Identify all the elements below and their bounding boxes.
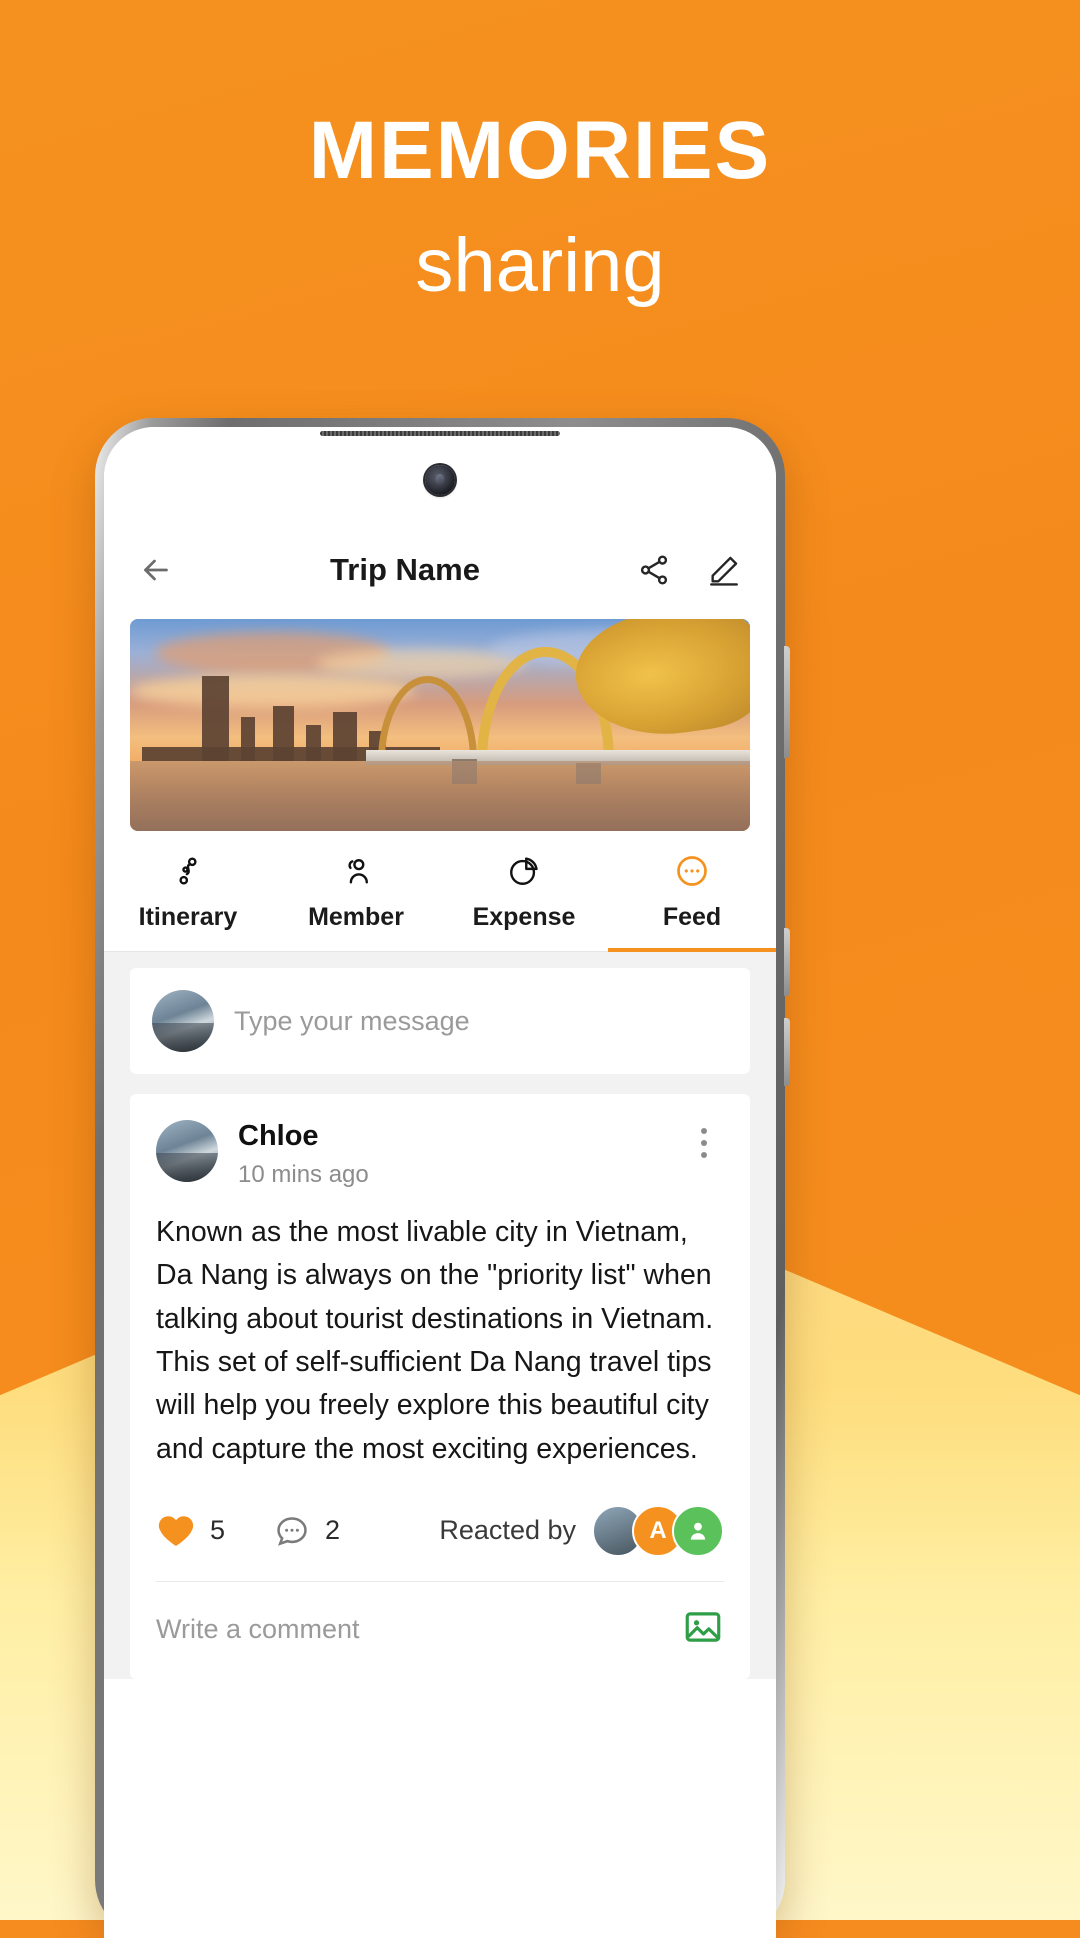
page-title: Trip Name [330, 552, 480, 587]
front-camera [425, 465, 455, 495]
phone-mockup: Trip Name Itinerary Member Expense Feed … [95, 418, 790, 1938]
promo-headline: MEMORIES sharing [0, 110, 1080, 313]
post-timestamp: 10 mins ago [238, 1161, 369, 1188]
extra-button[interactable] [784, 1018, 790, 1086]
phone-frame: Trip Name Itinerary Member Expense Feed … [95, 418, 790, 1938]
post-actions: 5 2 Reacted by A [156, 1479, 724, 1582]
heart-icon [158, 1516, 194, 1546]
volume-button[interactable] [784, 646, 790, 758]
reacted-by: Reacted by A [439, 1504, 724, 1557]
reacted-by-label: Reacted by [439, 1515, 576, 1546]
phone-screen: Trip Name Itinerary Member Expense Feed … [104, 427, 776, 1938]
power-button[interactable] [784, 928, 790, 996]
comment-icon [277, 1517, 307, 1546]
pencil-icon[interactable] [700, 546, 748, 594]
route-icon [104, 851, 272, 891]
arrow-left-icon[interactable] [132, 546, 180, 594]
comment-input-row[interactable]: Write a comment [156, 1582, 724, 1679]
image-icon[interactable] [682, 1606, 724, 1653]
post-author: Chloe [238, 1120, 319, 1152]
people-icon [272, 851, 440, 891]
avatar [156, 1120, 218, 1182]
post-body: Known as the most livable city in Vietna… [156, 1216, 714, 1465]
share-icon[interactable] [630, 546, 678, 594]
tab-feed-label: Feed [662, 903, 722, 931]
tab-member-label: Member [308, 903, 404, 931]
comment-button[interactable]: 2 [273, 1512, 340, 1550]
app-screen: Trip Name Itinerary Member Expense Feed … [104, 427, 776, 1938]
tab-expense[interactable]: Expense [440, 831, 608, 952]
comment-input-placeholder[interactable]: Write a comment [156, 1614, 666, 1645]
promo-subtitle: sharing [415, 223, 665, 308]
tab-itinerary-label: Itinerary [138, 903, 238, 931]
comment-count: 2 [325, 1515, 341, 1546]
post-header: Chloe 10 mins ago [156, 1120, 724, 1189]
chat-bubble-icon [608, 851, 776, 891]
tab-feed[interactable]: Feed [608, 831, 776, 952]
pie-chart-icon [440, 851, 608, 891]
trip-cover-image [130, 619, 750, 831]
like-count: 5 [210, 1515, 226, 1546]
tab-member[interactable]: Member [272, 831, 440, 952]
feed-post: Chloe 10 mins ago Known as the most liva… [130, 1094, 750, 1679]
feed-container: Type your message Chloe 10 mins ago Know… [104, 952, 776, 1679]
promo-title: MEMORIES [308, 105, 772, 196]
avatar [152, 990, 214, 1052]
reactor-avatars[interactable]: A [592, 1504, 724, 1557]
message-composer[interactable]: Type your message [130, 968, 750, 1074]
like-button[interactable]: 5 [156, 1511, 225, 1551]
earpiece-speaker [320, 431, 560, 436]
tab-expense-label: Expense [472, 903, 576, 931]
message-input-placeholder[interactable]: Type your message [234, 1006, 470, 1037]
avatar [672, 1504, 724, 1557]
trip-tabs: Itinerary Member Expense Feed [104, 831, 776, 952]
tab-itinerary[interactable]: Itinerary [104, 831, 272, 952]
app-bar: Trip Name [104, 527, 776, 613]
more-vertical-icon[interactable] [684, 1120, 724, 1158]
